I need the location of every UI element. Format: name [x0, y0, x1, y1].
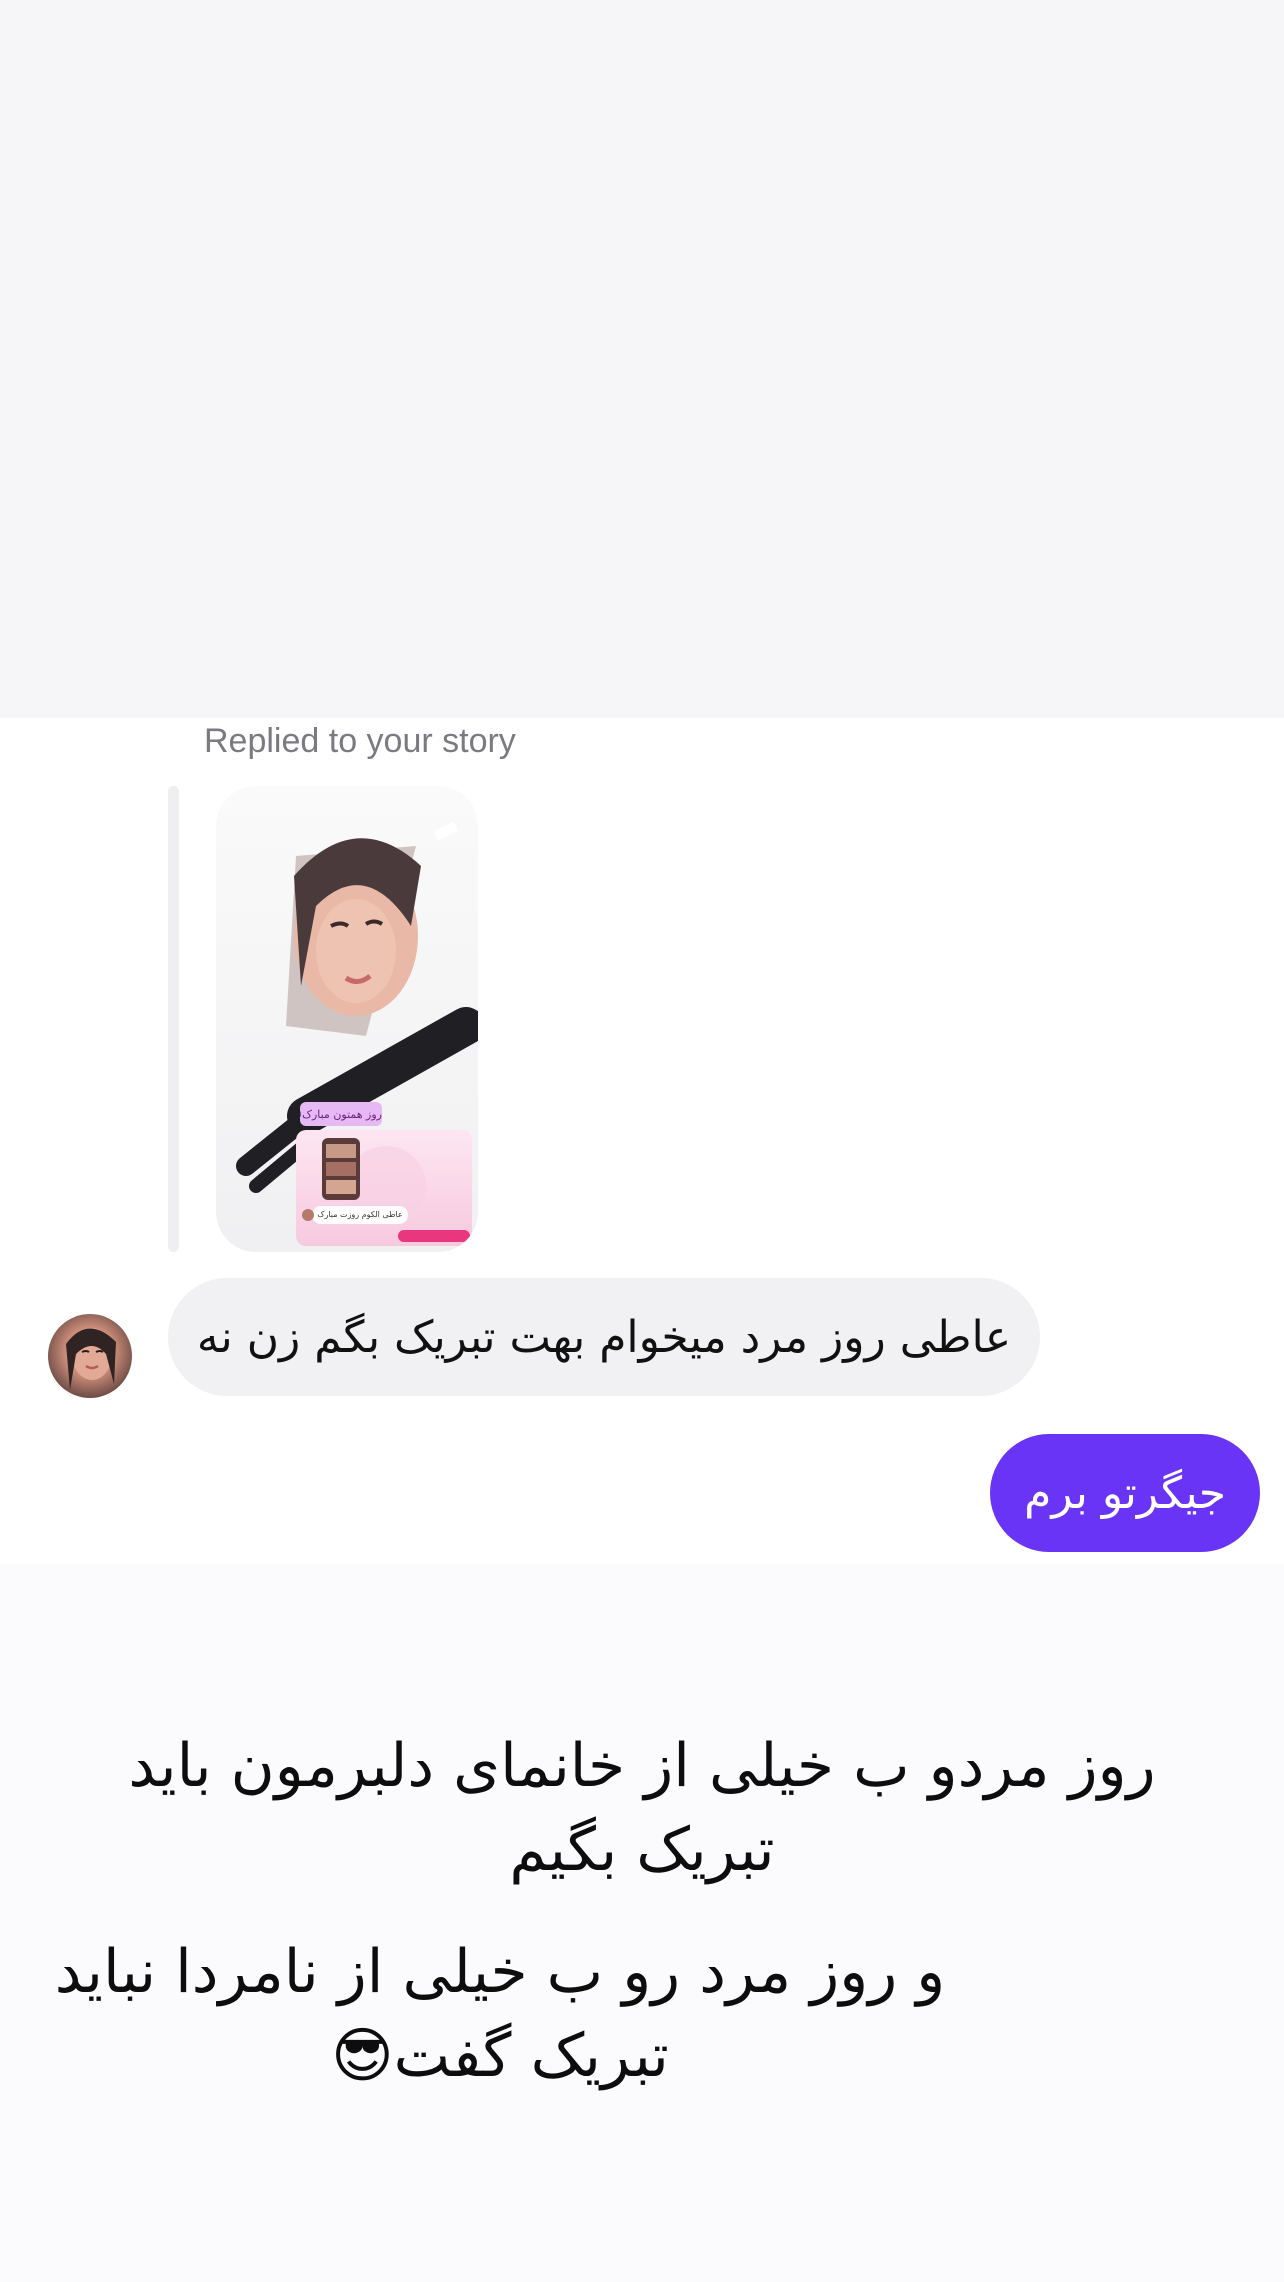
story-preview-thumbnail[interactable]: روز همتون مبارک😍😍😜 عاطی الکوم روزت مبارک [216, 786, 478, 1252]
sender-avatar[interactable] [48, 1314, 132, 1398]
story-banner-text: روز همتون مبارک😍😍😜 [300, 1108, 382, 1121]
caption-overlay-area [0, 1564, 1284, 2282]
story-preview-art [236, 821, 478, 1246]
avatar-portrait-icon [66, 1328, 116, 1390]
reply-quote-bar [168, 786, 179, 1252]
outgoing-message-text: جیگرتو برم [1024, 1467, 1226, 1519]
story-inner-message: عاطی الکوم روزت مبارک [317, 1210, 403, 1219]
incoming-message-text: عاطی روز مرد میخوام بهت تبریک بگم زن نه [196, 1311, 1012, 1363]
screen: Replied to your story روز همتون مبارک عا… [0, 0, 1284, 2282]
caption-line-2: و روز مرد رو ب خیلی از نامردا نباید تبری… [54, 1937, 946, 2091]
outgoing-message-bubble[interactable]: جیگرتو برم [990, 1434, 1260, 1552]
blank-top-area [0, 0, 1284, 718]
caption-line-1: روز مردو ب خیلی از خانمای دلبرمون باید ت… [128, 1731, 1156, 1885]
story-reply-label: Replied to your story [204, 722, 516, 760]
incoming-message-bubble[interactable]: عاطی روز مرد میخوام بهت تبریک بگم زن نه [168, 1278, 1040, 1396]
